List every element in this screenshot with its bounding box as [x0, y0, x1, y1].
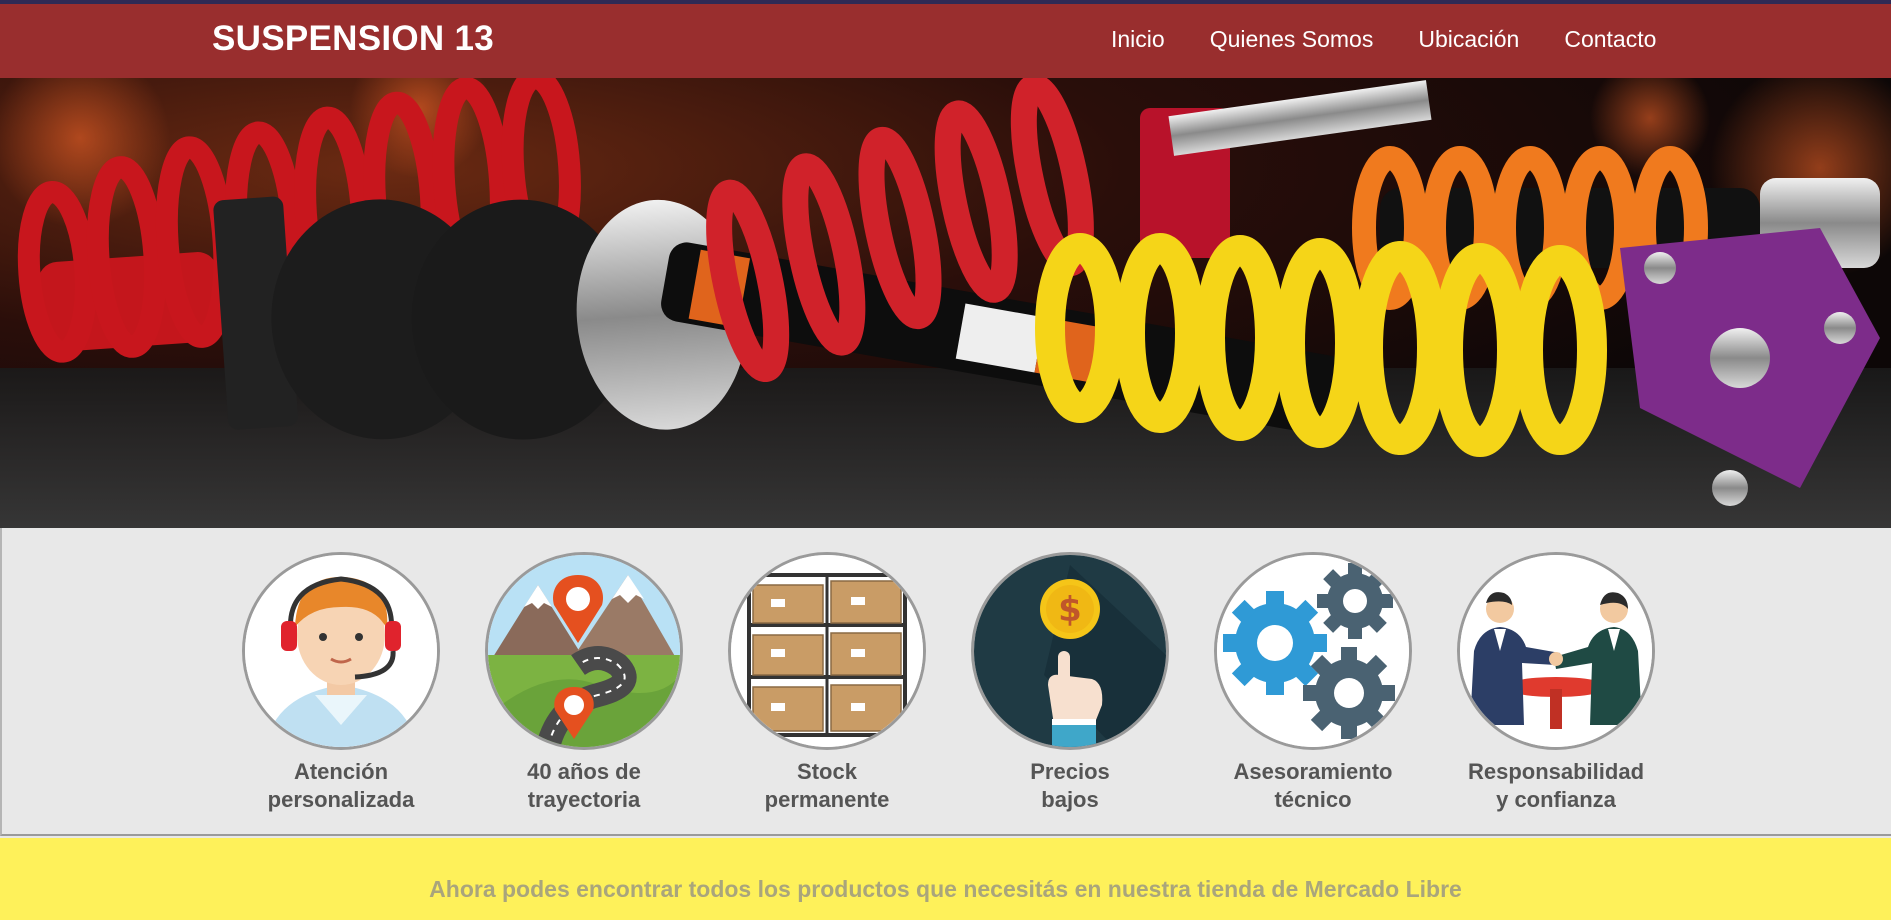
feature-responsabilidad: Responsabilidad y confianza — [1446, 552, 1666, 814]
gears-icon — [1214, 552, 1412, 750]
road-map-pin-icon — [485, 552, 683, 750]
feature-label: Atención personalizada — [267, 759, 415, 812]
nav-link-contacto[interactable]: Contacto — [1564, 26, 1656, 53]
feature-label: Stock permanente — [764, 759, 890, 812]
feature-precios: $ Precios bajos — [960, 552, 1180, 814]
nav-link-inicio[interactable]: Inicio — [1111, 26, 1165, 53]
support-agent-icon — [242, 552, 440, 750]
brand-logo[interactable]: SUSPENSION 13 — [212, 19, 494, 59]
hero-banner — [0, 78, 1891, 528]
main-nav: Inicio Quienes Somos Ubicación Contacto — [1111, 26, 1701, 53]
warehouse-boxes-icon — [728, 552, 926, 750]
feature-trayectoria: 40 años de trayectoria — [474, 552, 694, 814]
nav-link-ubicacion[interactable]: Ubicación — [1418, 26, 1519, 53]
promo-mercado-libre-link[interactable]: Ahora podes encontrar todos los producto… — [429, 876, 1462, 903]
feature-label: Asesoramiento técnico — [1233, 759, 1393, 812]
feature-label: Responsabilidad y confianza — [1467, 759, 1645, 812]
feature-asesoramiento: Asesoramiento técnico — [1203, 552, 1423, 814]
svg-text:$: $ — [1058, 590, 1082, 630]
nav-link-quienes-somos[interactable]: Quienes Somos — [1210, 26, 1374, 53]
navbar: SUSPENSION 13 Inicio Quienes Somos Ubica… — [0, 4, 1891, 78]
dollar-coin-icon: $ — [971, 552, 1169, 750]
feature-label: Precios bajos — [1030, 759, 1110, 812]
handshake-icon — [1457, 552, 1655, 750]
feature-label: 40 años de trayectoria — [527, 759, 641, 812]
promo-banner: Ahora podes encontrar todos los producto… — [0, 838, 1891, 920]
features-section: Atención personalizada 40 años de trayec… — [0, 528, 1891, 836]
feature-stock: Stock permanente — [717, 552, 937, 814]
feature-atencion: Atención personalizada — [231, 552, 451, 814]
hero-suspension-image — [0, 78, 1891, 528]
